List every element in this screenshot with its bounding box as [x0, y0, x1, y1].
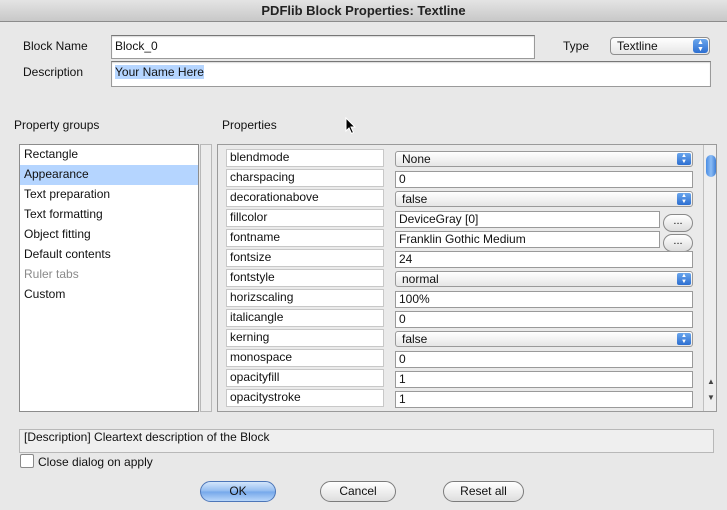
property-row: fontname Franklin Gothic Medium	[218, 228, 703, 248]
property-name: italicangle	[226, 309, 384, 327]
property-name: opacitystroke	[226, 389, 384, 407]
property-name: fillcolor	[226, 209, 384, 227]
properties-header: Properties	[222, 118, 277, 132]
close-on-apply-label: Close dialog on apply	[38, 455, 153, 469]
group-item-default-contents[interactable]: Default contents	[20, 245, 198, 265]
fontsize-field[interactable]: 24	[395, 251, 693, 268]
group-item-ruler-tabs: Ruler tabs	[24, 267, 79, 281]
fontname-field[interactable]: Franklin Gothic Medium	[395, 231, 660, 248]
blendmode-popup[interactable]: None ▲ ▼	[395, 151, 693, 167]
group-item-object-fitting[interactable]: Object fitting	[20, 225, 198, 245]
group-item-appearance[interactable]: Appearance	[20, 165, 198, 185]
popup-arrows-icon: ▲ ▼	[677, 333, 691, 345]
property-name: fontsize	[226, 249, 384, 267]
type-label: Type	[563, 39, 590, 53]
property-name: opacityfill	[226, 369, 384, 387]
popup-arrows-icon: ▲ ▼	[677, 273, 691, 285]
decorationabove-popup[interactable]: false ▲ ▼	[395, 191, 693, 207]
property-row: fontstyle normal ▲ ▼	[218, 268, 703, 288]
fontstyle-popup[interactable]: normal ▲ ▼	[395, 271, 693, 287]
window-title: PDFlib Block Properties: Textline	[0, 0, 727, 22]
property-row: italicangle 0	[218, 308, 703, 328]
properties-table: blendmode None ▲ ▼ charspacing 0 decorati…	[217, 144, 717, 412]
property-value: false	[402, 192, 428, 206]
description-value: Your Name Here	[115, 65, 204, 79]
kerning-popup[interactable]: false ▲ ▼	[395, 331, 693, 347]
property-row: monospace 0	[218, 348, 703, 368]
property-name: kerning	[226, 329, 384, 347]
description-field[interactable]: Your Name Here	[111, 61, 711, 87]
property-name: fontstyle	[226, 269, 384, 287]
property-groups-list[interactable]: Rectangle Appearance Text preparation Te…	[19, 144, 199, 412]
fillcolor-browse-button[interactable]: ...	[663, 214, 693, 232]
property-row: fillcolor DeviceGray [0]	[218, 208, 703, 228]
property-row: fontsize 24	[218, 248, 703, 268]
property-row: decorationabove false ▲ ▼	[218, 188, 703, 208]
type-popup[interactable]: Textline ▲ ▼	[610, 37, 710, 55]
property-groups-header: Property groups	[14, 118, 100, 132]
close-on-apply-checkbox[interactable]	[20, 454, 34, 468]
block-name-field[interactable]: Block_0	[111, 35, 535, 59]
property-value: false	[402, 332, 428, 346]
scroll-down-arrow-icon[interactable]: ▼	[706, 393, 716, 403]
group-item-rectangle[interactable]: Rectangle	[20, 145, 198, 165]
monospace-field[interactable]: 0	[395, 351, 693, 368]
property-row: kerning false ▲ ▼	[218, 328, 703, 348]
type-value: Textline	[617, 39, 658, 53]
charspacing-field[interactable]: 0	[395, 171, 693, 188]
property-row: blendmode None ▲ ▼	[218, 148, 703, 168]
reset-all-button[interactable]: Reset all	[443, 481, 524, 502]
opacityfill-field[interactable]: 1	[395, 371, 693, 388]
property-name: blendmode	[226, 149, 384, 167]
help-text: [Description] Cleartext description of t…	[19, 429, 714, 453]
italicangle-field[interactable]: 0	[395, 311, 693, 328]
property-row: horizscaling 100%	[218, 288, 703, 308]
property-value: None	[402, 152, 431, 166]
mouse-cursor-icon	[345, 117, 357, 135]
property-row: opacitystroke 1	[218, 388, 703, 408]
property-name: charspacing	[226, 169, 384, 187]
opacitystroke-field[interactable]: 1	[395, 391, 693, 408]
property-row: opacityfill 1	[218, 368, 703, 388]
fillcolor-field[interactable]: DeviceGray [0]	[395, 211, 660, 228]
cancel-button[interactable]: Cancel	[320, 481, 396, 502]
property-name: decorationabove	[226, 189, 384, 207]
group-item-text-preparation[interactable]: Text preparation	[20, 185, 198, 205]
property-name: monospace	[226, 349, 384, 367]
popup-arrows-icon: ▲ ▼	[693, 39, 708, 53]
properties-scrollbar[interactable]: ▲ ▼	[703, 145, 716, 411]
scroll-up-arrow-icon[interactable]: ▲	[706, 377, 716, 387]
popup-arrows-icon: ▲ ▼	[677, 193, 691, 205]
property-name: horizscaling	[226, 289, 384, 307]
popup-arrows-icon: ▲ ▼	[677, 153, 691, 165]
group-item-text-formatting[interactable]: Text formatting	[20, 205, 198, 225]
property-value: normal	[402, 272, 439, 286]
group-item-custom[interactable]: Custom	[20, 285, 198, 305]
property-row: charspacing 0	[218, 168, 703, 188]
property-groups-scrollbar[interactable]	[200, 144, 212, 412]
scrollbar-thumb[interactable]	[706, 155, 716, 177]
ok-button[interactable]: OK	[200, 481, 276, 502]
description-label: Description	[23, 65, 84, 79]
block-name-label: Block Name	[23, 39, 88, 53]
horizscaling-field[interactable]: 100%	[395, 291, 693, 308]
property-name: fontname	[226, 229, 384, 247]
